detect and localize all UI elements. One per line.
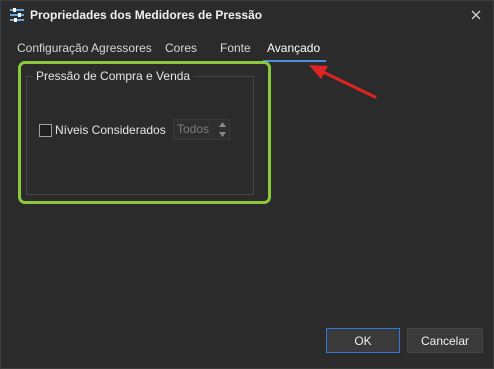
annotation-arrow-icon	[309, 65, 377, 99]
properties-dialog: Propriedades dos Medidores de Pressão Co…	[0, 0, 494, 369]
cancel-button[interactable]: Cancelar	[407, 328, 483, 353]
spinbox-arrows[interactable]	[218, 122, 227, 137]
window-title: Propriedades dos Medidores de Pressão	[30, 8, 263, 22]
tab-fonte[interactable]: Fonte	[220, 37, 251, 59]
title-bar: Propriedades dos Medidores de Pressão	[1, 1, 493, 30]
groupbox-title: Pressão de Compra e Venda	[33, 69, 194, 83]
active-tab-indicator	[263, 60, 326, 62]
groupbox-pressao: Pressão de Compra e Venda Níveis Conside…	[26, 69, 254, 195]
niveis-considerados-label[interactable]: Níveis Considerados	[55, 123, 166, 137]
sliders-icon	[10, 8, 24, 22]
spin-up-icon[interactable]	[219, 122, 226, 127]
spinbox-value: Todos	[177, 122, 210, 136]
tab-avancado[interactable]: Avançado	[267, 37, 320, 59]
close-icon	[471, 10, 481, 20]
niveis-considerados-checkbox[interactable]	[39, 124, 52, 137]
tab-cores[interactable]: Cores	[165, 37, 197, 59]
close-button[interactable]	[465, 5, 487, 25]
spin-down-icon[interactable]	[219, 132, 226, 137]
tab-configuracao-agressores[interactable]: Configuração Agressores	[17, 37, 152, 59]
ok-button[interactable]: OK	[326, 328, 400, 353]
niveis-spinbox[interactable]: Todos	[173, 119, 230, 140]
